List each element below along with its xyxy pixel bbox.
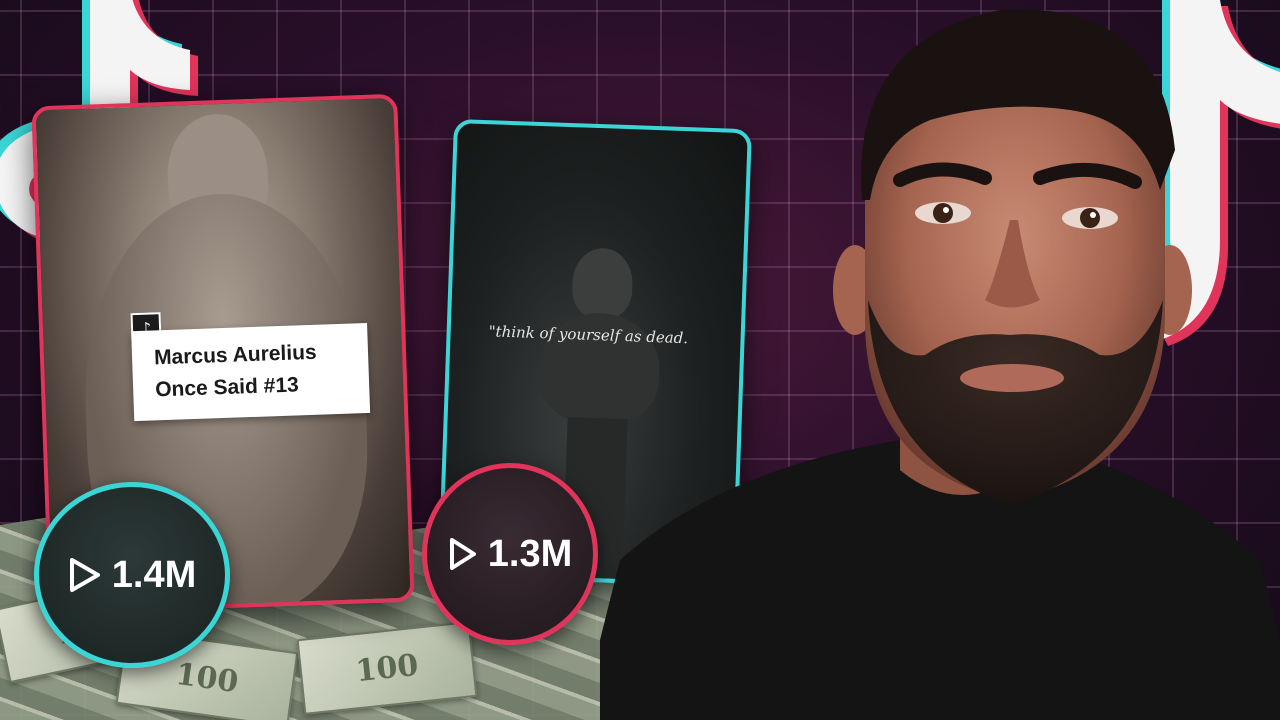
view-count-badge: 1.4M [34, 482, 230, 668]
presenter-portrait [600, 9, 1280, 720]
video-caption: Marcus Aurelius Once Said #13 [131, 322, 371, 422]
play-icon [68, 556, 102, 594]
thumbnail: 100 100 100 100 ♪ Marcus Aurelius Once S… [0, 0, 1280, 720]
view-count-badge: 1.3M [422, 463, 598, 645]
play-icon [448, 536, 478, 572]
caption-line: Once Said #13 [154, 373, 300, 402]
view-count: 1.3M [487, 532, 573, 575]
view-count: 1.4M [111, 553, 197, 596]
